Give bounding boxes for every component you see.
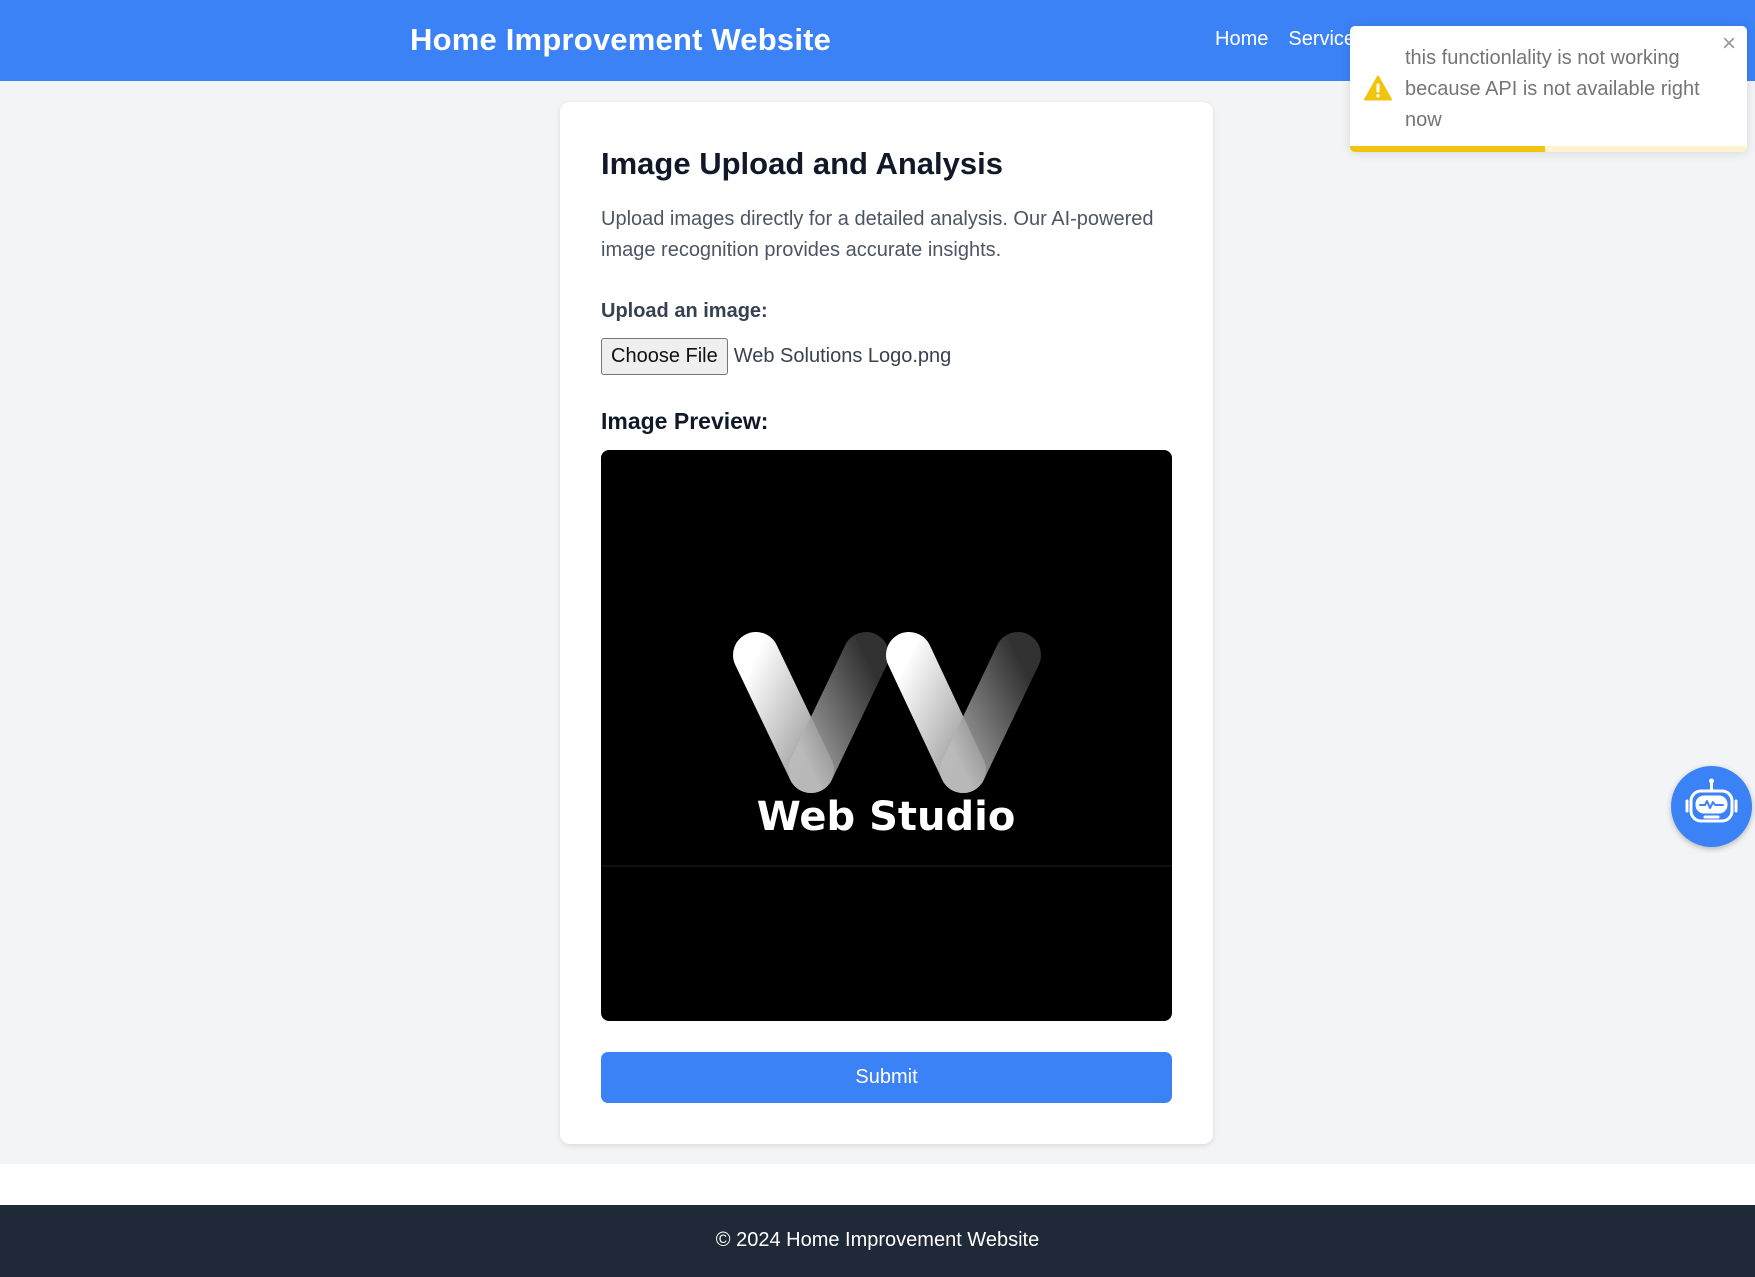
warning-toast[interactable]: this functionlality is not working becau… xyxy=(1350,26,1747,152)
submit-button[interactable]: Submit xyxy=(601,1052,1172,1103)
toast-message: this functionlality is not working becau… xyxy=(1405,47,1700,131)
page-spacer xyxy=(0,1164,1755,1205)
site-footer: © 2024 Home Improvement Website xyxy=(0,1205,1755,1277)
close-icon[interactable]: × xyxy=(1722,32,1736,56)
selected-file-name: Web Solutions Logo.png xyxy=(733,345,952,367)
site-title[interactable]: Home Improvement Website xyxy=(410,22,831,58)
toast-progress-track xyxy=(1350,146,1747,152)
toast-progress-bar xyxy=(1350,146,1545,152)
logo-text: Web Studio xyxy=(757,794,1016,840)
chatbot-button[interactable] xyxy=(1671,766,1752,847)
page-title: Image Upload and Analysis xyxy=(601,146,1003,181)
upload-label: Upload an image: xyxy=(601,300,768,322)
warning-icon xyxy=(1364,75,1392,106)
web-studio-logo: Web Studio xyxy=(601,632,1172,867)
image-preview: Web Studio xyxy=(601,450,1172,1021)
nav-link-home[interactable]: Home xyxy=(1215,28,1268,51)
choose-file-button[interactable]: Choose File xyxy=(601,338,728,375)
robot-icon xyxy=(1685,778,1738,823)
main-nav: Home Services xyxy=(1215,28,1365,51)
preview-heading: Image Preview: xyxy=(601,408,769,434)
upload-card: Image Upload and Analysis Upload images … xyxy=(560,102,1213,1144)
page-description: Upload images directly for a detailed an… xyxy=(601,208,1154,261)
footer-copyright: © 2024 Home Improvement Website xyxy=(715,1229,1040,1251)
file-input[interactable]: Choose File Web Solutions Logo.png xyxy=(601,338,951,375)
